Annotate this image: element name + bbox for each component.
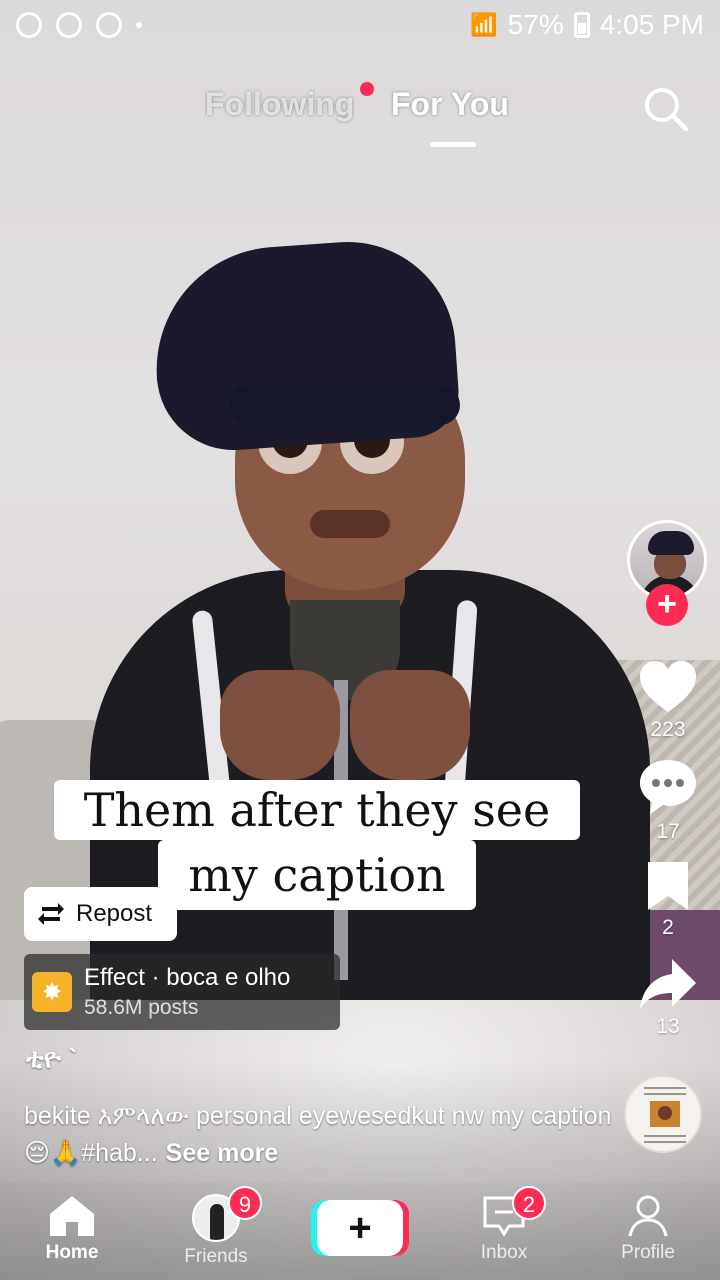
nav-inbox-label: Inbox: [480, 1242, 528, 1263]
disc-text-line: [644, 1093, 686, 1095]
description-text: bekite እምላለው personal eyewesedkut nw my …: [24, 1102, 612, 1167]
tab-for-you[interactable]: For You: [391, 86, 509, 123]
caption-sticker-line-2: my caption: [158, 840, 476, 910]
see-more-link[interactable]: See more: [166, 1139, 279, 1167]
person-mouth: [310, 510, 390, 538]
profile-person-icon: [628, 1195, 668, 1237]
following-new-dot: [360, 82, 374, 96]
search-icon: [645, 88, 689, 132]
nav-friends-label: Friends: [184, 1246, 248, 1267]
avatar-hat: [648, 531, 694, 555]
feed-tabs: Following For You: [0, 82, 720, 147]
nav-home-label: Home: [45, 1242, 99, 1263]
nav-profile[interactable]: Profile: [576, 1182, 720, 1280]
clock-time: 4:05 PM: [599, 9, 704, 40]
heart-icon: [640, 661, 696, 712]
comment-count: 17: [656, 820, 680, 843]
person-hand-left: [220, 670, 340, 780]
inbox-badge: 2: [512, 1186, 546, 1220]
favorite-button[interactable]: 2: [628, 860, 708, 940]
like-count: 223: [650, 718, 686, 741]
battery-icon: [573, 12, 590, 38]
share-count: 13: [656, 1015, 680, 1038]
caption-sticker-line-1: Them after they see: [54, 780, 580, 840]
effect-sparkle-icon: ✸: [32, 972, 72, 1012]
wifi-signal-icon: 📶: [470, 12, 498, 37]
battery-percent: 57%: [507, 9, 564, 40]
status-notification-icons: [16, 12, 142, 38]
facebook-icon: [96, 12, 122, 38]
person-hand-right: [350, 670, 470, 780]
like-button[interactable]: 223: [628, 660, 708, 742]
effect-post-count: 58.6M posts: [84, 996, 199, 1019]
telegram-icon: [16, 12, 42, 38]
comment-button[interactable]: 17: [628, 758, 708, 844]
sound-disc[interactable]: [624, 1075, 702, 1153]
beret-band: [230, 385, 460, 425]
creator-username[interactable]: ቲዮ `: [26, 1043, 77, 1075]
disc-text-line: [644, 1087, 686, 1089]
nav-inbox[interactable]: 2 Inbox: [432, 1182, 576, 1280]
effect-link[interactable]: ✸ Effect · boca e olho 58.6M posts: [24, 954, 340, 1030]
sound-cover-image: [650, 1101, 680, 1127]
disc-text-line: [644, 1135, 686, 1137]
video-description[interactable]: bekite እምላለው personal eyewesedkut nw my …: [24, 1098, 614, 1172]
repost-label: Repost: [76, 900, 153, 927]
tiktok-feed-screen: 📶 57% 4:05 PM Following For You Them aft…: [0, 0, 720, 1280]
plus-icon: +: [348, 1206, 372, 1250]
bottom-nav: Home 9 Friends + 2 Inbox Profile: [0, 1182, 720, 1280]
repost-icon: [38, 903, 64, 925]
create-button[interactable]: +: [317, 1200, 403, 1256]
bookmark-icon: [648, 862, 688, 910]
status-bar: 📶 57% 4:05 PM: [0, 0, 720, 50]
share-arrow-icon: [640, 959, 696, 1009]
active-tab-indicator: [430, 142, 476, 147]
nav-friends[interactable]: 9 Friends: [144, 1182, 288, 1280]
home-icon: [50, 1196, 94, 1236]
search-button[interactable]: [642, 85, 690, 133]
effect-title: Effect · boca e olho: [84, 964, 291, 991]
friends-badge: 9: [228, 1186, 262, 1220]
comment-bubble-icon: [640, 760, 696, 814]
disc-controls-line: [644, 1141, 686, 1143]
status-system-icons: 📶 57% 4:05 PM: [470, 9, 704, 41]
cloud-icon: [56, 12, 82, 38]
video-frame[interactable]: [0, 0, 720, 1280]
share-button[interactable]: 13: [628, 957, 708, 1039]
tab-following[interactable]: Following: [205, 86, 354, 123]
nav-profile-label: Profile: [621, 1242, 675, 1263]
follow-button[interactable]: +: [646, 584, 688, 626]
nav-create[interactable]: +: [288, 1182, 432, 1280]
repost-button[interactable]: Repost: [24, 887, 177, 941]
effect-text: Effect · boca e olho 58.6M posts: [84, 964, 290, 1020]
nav-home[interactable]: Home: [0, 1182, 144, 1280]
favorite-count: 2: [662, 916, 674, 939]
more-notifications-dot-icon: [136, 22, 142, 28]
